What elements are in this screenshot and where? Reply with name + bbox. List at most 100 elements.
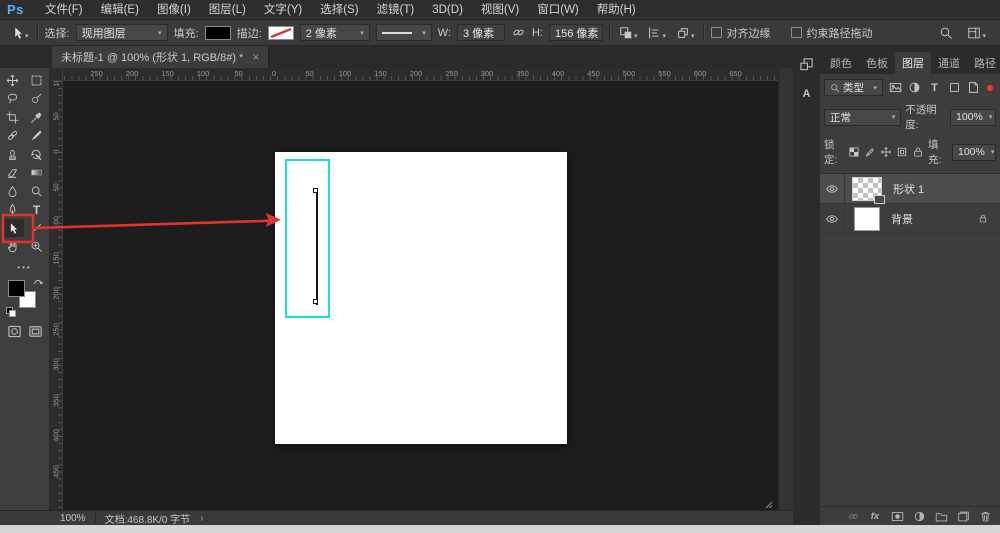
zoom-tool[interactable] <box>26 238 48 256</box>
document-tab[interactable]: 未标题-1 @ 100% (形状 1, RGB/8#) * × <box>52 46 269 68</box>
menu-item-3[interactable]: 图像(I) <box>148 0 200 20</box>
opacity-dropdown[interactable]: 100% ▾ <box>950 109 996 126</box>
filter-smart-objects-icon[interactable] <box>967 80 982 95</box>
panel-tab-5[interactable]: 路径 <box>967 52 1000 74</box>
layer-row-background[interactable]: 背景 <box>820 204 1000 234</box>
panel-tab-1[interactable]: 颜色 <box>823 52 859 74</box>
zoom-level-field[interactable]: 100% <box>60 513 86 524</box>
lock-position-icon[interactable] <box>880 145 892 159</box>
eyedropper-tool[interactable] <box>26 108 48 126</box>
canvas-scrollbar[interactable] <box>778 68 793 510</box>
fill-dropdown[interactable]: 100% ▾ <box>952 144 996 161</box>
tab-close-icon[interactable]: × <box>252 52 259 62</box>
vertical-ruler[interactable]: 10050050100150200250300350400450 <box>50 81 63 510</box>
menu-item-6[interactable]: 选择(S) <box>311 0 367 20</box>
layer-name[interactable]: 形状 1 <box>893 181 924 197</box>
panel-tab-3[interactable]: 图层 <box>895 52 931 74</box>
pen-tool[interactable] <box>2 201 24 219</box>
brush-tool[interactable] <box>26 127 48 145</box>
filter-toggle-icon[interactable] <box>986 84 994 92</box>
stroke-width-dropdown[interactable]: 2 像素 ▾ <box>300 24 370 41</box>
layer-thumbnail[interactable] <box>854 207 880 231</box>
layer-row-shape-1[interactable]: 形状 1 <box>820 174 1000 204</box>
dodge-tool[interactable] <box>26 182 48 200</box>
lock-transparency-icon[interactable] <box>848 145 860 159</box>
ruler-origin-corner[interactable] <box>50 68 63 81</box>
menu-item-2[interactable]: 编辑(E) <box>92 0 148 20</box>
path-alignment-button[interactable]: ▾ <box>645 25 668 41</box>
quick-selection-tool[interactable] <box>26 90 48 108</box>
menu-item-4[interactable]: 图层(L) <box>200 0 255 20</box>
edit-toolbar-icon[interactable]: ••• <box>0 263 49 272</box>
hand-tool[interactable] <box>2 238 24 256</box>
constrain-path-option[interactable]: 约束路径拖动 <box>791 25 873 41</box>
quick-mask-mode-icon[interactable] <box>7 324 22 339</box>
link-dimensions-icon[interactable] <box>511 25 526 40</box>
blend-mode-dropdown[interactable]: 正常 ▾ <box>824 109 901 126</box>
shape-width-field[interactable]: 3 像素 <box>457 24 505 41</box>
current-tool-button[interactable]: ▾ <box>8 25 31 41</box>
layer-effects-icon[interactable]: fx <box>868 509 882 523</box>
menu-item-11[interactable]: 帮助(H) <box>588 0 645 20</box>
new-layer-icon[interactable] <box>956 509 970 523</box>
lasso-tool[interactable] <box>2 90 24 108</box>
lock-all-icon[interactable] <box>912 145 924 159</box>
menu-item-8[interactable]: 3D(D) <box>423 0 472 20</box>
layer-visibility-toggle[interactable] <box>820 174 845 203</box>
panel-tab-4[interactable]: 通道 <box>931 52 967 74</box>
screen-mode-icon[interactable] <box>28 324 43 339</box>
path-operations-button[interactable]: ▾ <box>617 25 640 41</box>
menu-item-7[interactable]: 滤镜(T) <box>368 0 424 20</box>
align-edges-option[interactable]: 对齐边缘 <box>711 25 771 41</box>
move-tool[interactable] <box>2 71 24 89</box>
blur-tool[interactable] <box>2 182 24 200</box>
vertical-line-shape[interactable] <box>316 192 318 305</box>
lock-pixels-icon[interactable] <box>864 145 876 159</box>
document-canvas[interactable] <box>275 152 567 444</box>
type-tool[interactable]: T <box>26 201 48 219</box>
default-colors-icon[interactable] <box>6 307 15 316</box>
layer-visibility-toggle[interactable] <box>820 204 845 233</box>
gradient-tool[interactable] <box>26 164 48 182</box>
adjustment-layer-icon[interactable] <box>912 509 926 523</box>
collapsed-character-panel-icon[interactable]: A <box>793 82 820 106</box>
path-selection-tool[interactable] <box>2 219 24 237</box>
select-mode-dropdown[interactable]: 现用图层 ▾ <box>76 24 168 41</box>
filter-adjustment-layers-icon[interactable] <box>908 80 923 95</box>
constrain-path-checkbox[interactable] <box>791 27 802 38</box>
path-arrangement-button[interactable]: ▾ <box>674 25 697 41</box>
horizontal-ruler[interactable]: 2502001501005005010015020025030035040045… <box>50 68 778 81</box>
foreground-color-swatch[interactable] <box>8 280 25 297</box>
layer-name[interactable]: 背景 <box>891 211 913 227</box>
workspace-switcher-button[interactable]: ▾ <box>965 25 988 41</box>
crop-tool[interactable] <box>2 108 24 126</box>
add-layer-mask-icon[interactable] <box>890 509 904 523</box>
path-anchor-bottom[interactable] <box>313 299 318 304</box>
shape-height-field[interactable]: 156 像素 <box>549 24 603 41</box>
spot-healing-brush-tool[interactable] <box>2 127 24 145</box>
menu-item-9[interactable]: 视图(V) <box>472 0 528 20</box>
line-tool[interactable] <box>26 219 48 237</box>
menu-item-10[interactable]: 窗口(W) <box>528 0 588 20</box>
eraser-tool[interactable] <box>2 164 24 182</box>
filter-type-dropdown[interactable]: 类型 ▾ <box>824 79 883 96</box>
link-layers-icon[interactable] <box>846 509 860 523</box>
path-anchor-top[interactable] <box>313 188 318 193</box>
collapsed-libraries-panel-icon[interactable] <box>793 52 820 76</box>
search-icon[interactable] <box>939 26 953 40</box>
filter-type-layers-icon[interactable]: T <box>927 80 942 95</box>
align-edges-checkbox[interactable] <box>711 27 722 38</box>
resize-grip-icon[interactable] <box>763 499 773 509</box>
status-options-arrow[interactable]: › <box>200 513 203 524</box>
lock-artboard-icon[interactable] <box>896 145 908 159</box>
menu-item-1[interactable]: 文件(F) <box>36 0 92 20</box>
clone-stamp-tool[interactable] <box>2 145 24 163</box>
swap-colors-icon[interactable] <box>33 278 43 288</box>
filter-pixel-layers-icon[interactable] <box>888 80 903 95</box>
history-brush-tool[interactable] <box>26 145 48 163</box>
panel-tab-2[interactable]: 色板 <box>859 52 895 74</box>
layer-thumbnail[interactable] <box>852 177 882 201</box>
new-group-icon[interactable] <box>934 509 948 523</box>
stroke-type-dropdown[interactable]: ▾ <box>376 24 432 41</box>
rectangular-marquee-tool[interactable] <box>26 71 48 89</box>
